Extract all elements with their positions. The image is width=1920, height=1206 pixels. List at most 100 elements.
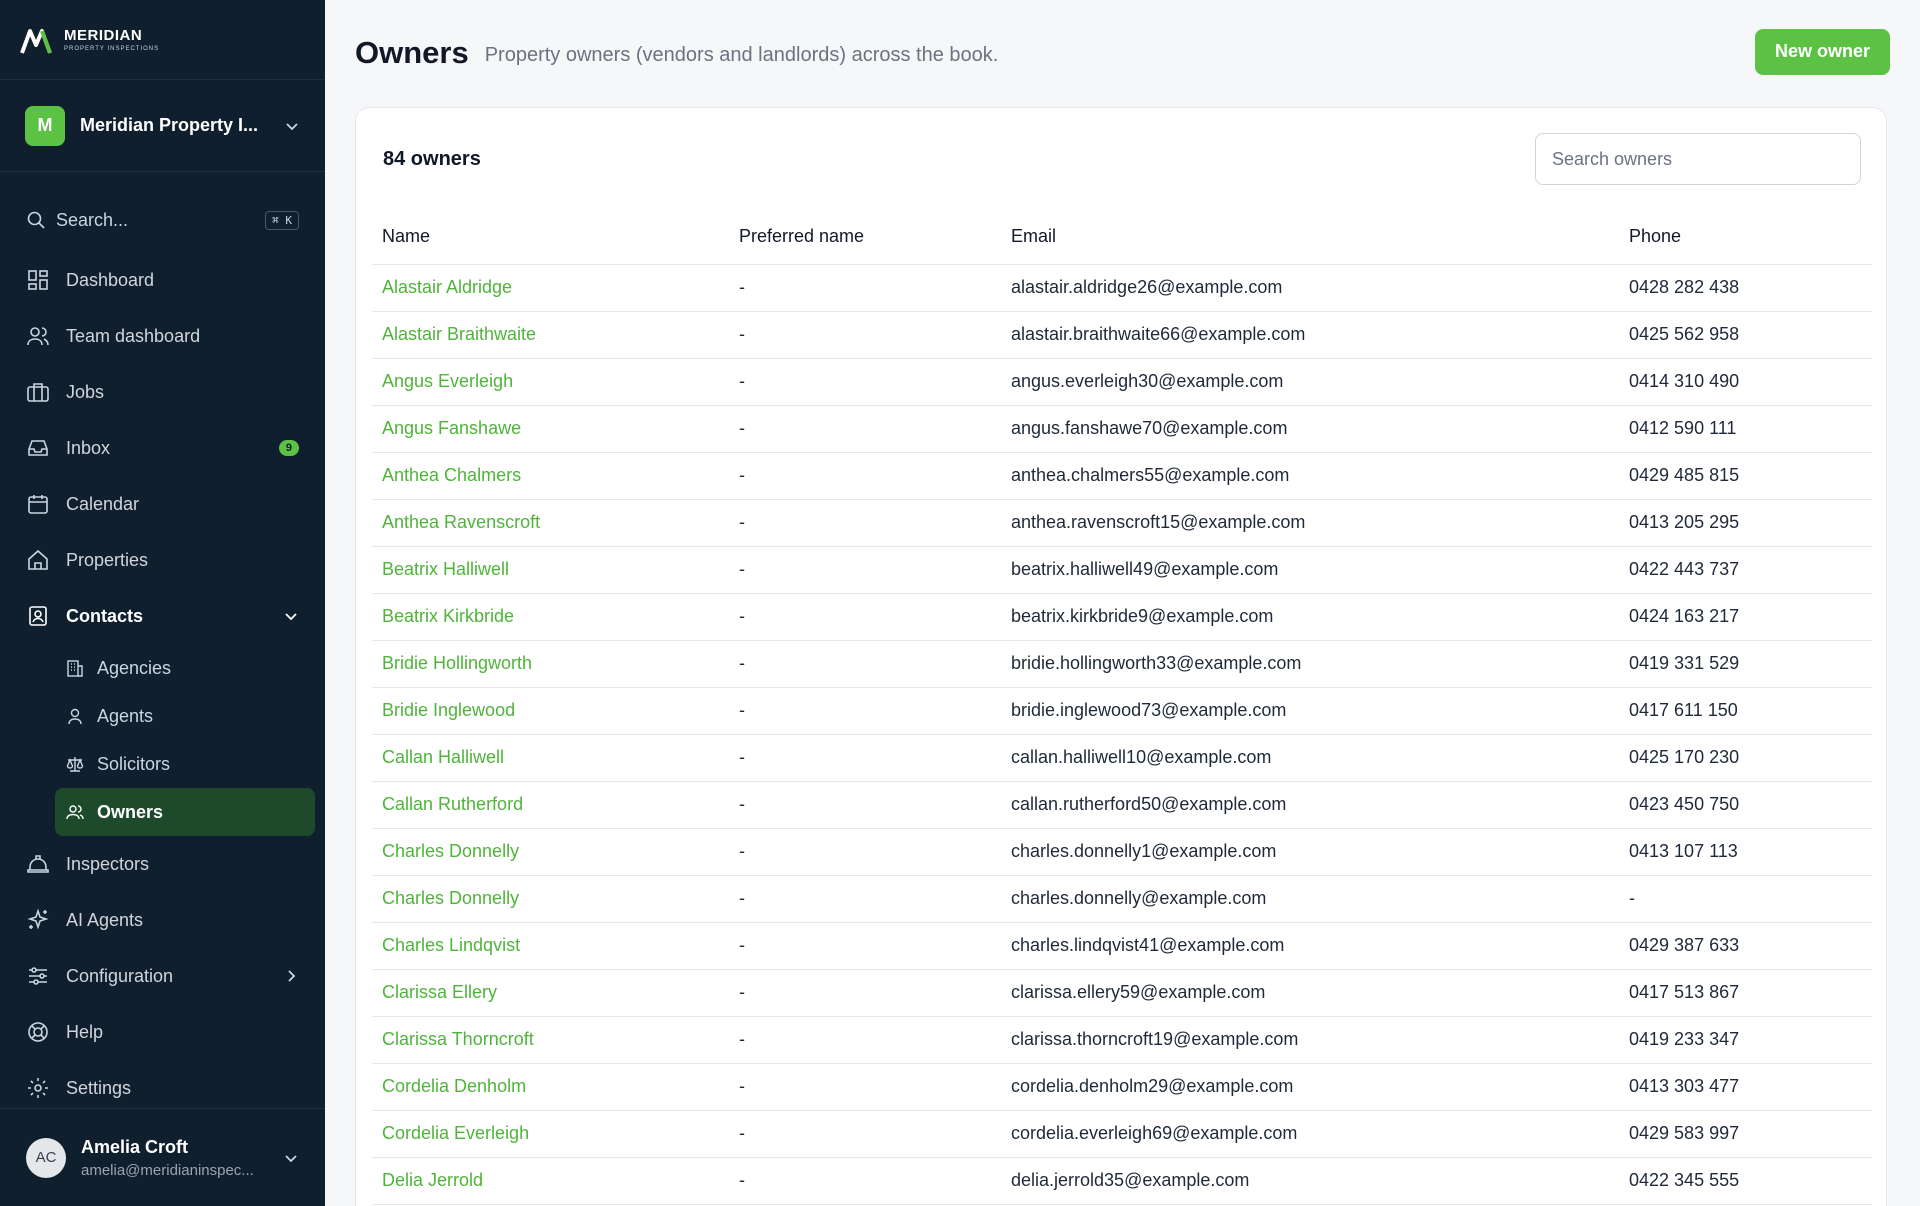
nav-item-help[interactable]: Help — [0, 1004, 325, 1060]
owner-name-link[interactable]: Charles Donnelly — [372, 875, 729, 923]
table-row[interactable]: Cordelia Everleigh - cordelia.everleigh69@… — [372, 1110, 1872, 1158]
subnav-item-agents[interactable]: Agents — [55, 692, 315, 740]
org-avatar: M — [25, 105, 65, 146]
owner-name-link[interactable]: Alastair Braithwaite — [372, 311, 729, 359]
brand-name: MERIDIAN — [64, 26, 143, 44]
owner-name-link[interactable]: Bridie Hollingworth — [372, 640, 729, 688]
table-row[interactable]: Charles Lindqvist - charles.lindqvist41@ex… — [372, 922, 1872, 970]
new-owner-button[interactable]: New owner — [1754, 28, 1890, 75]
owner-name-link[interactable]: Beatrix Kirkbride — [372, 593, 729, 641]
nav-item-properties[interactable]: Properties — [0, 532, 325, 588]
table-row[interactable]: Alastair Braithwaite - alastair.braithwait… — [372, 311, 1872, 359]
email-cell: charles.lindqvist41@example.com — [1001, 922, 1619, 970]
table-row[interactable]: Angus Fanshawe - angus.fanshawe70@example.… — [372, 405, 1872, 453]
table-row[interactable]: Angus Everleigh - angus.everleigh30@exampl… — [372, 358, 1872, 406]
nav-item-configuration[interactable]: Configuration — [0, 948, 325, 1004]
user-menu[interactable]: AC Amelia Croft amelia@meridianinspec... — [0, 1108, 325, 1206]
table-row[interactable]: Callan Halliwell - callan.halliwell10@exam… — [372, 734, 1872, 782]
table-row[interactable]: Callan Rutherford - callan.rutherford50@ex… — [372, 781, 1872, 829]
table-row[interactable]: Bridie Inglewood - bridie.inglewood73@exam… — [372, 687, 1872, 735]
preferred-name-cell: - — [729, 358, 1001, 406]
preferred-name-cell: - — [729, 640, 1001, 688]
owner-name-link[interactable]: Delia Jerrold — [372, 1157, 729, 1205]
nav-item-team-dashboard[interactable]: Team dashboard — [0, 308, 325, 364]
email-cell: anthea.ravenscroft15@example.com — [1001, 499, 1619, 547]
table-row[interactable]: Anthea Ravenscroft - anthea.ravenscroft15@… — [372, 499, 1872, 547]
email-cell: callan.rutherford50@example.com — [1001, 781, 1619, 829]
table-row[interactable]: Beatrix Kirkbride - beatrix.kirkbride9@exa… — [372, 593, 1872, 641]
sidebar-search[interactable]: Search... ⌘ K — [26, 200, 299, 240]
column-header-preferred-name[interactable]: Preferred name — [729, 210, 1001, 265]
phone-cell: 0413 303 477 — [1619, 1063, 1872, 1111]
preferred-name-cell: - — [729, 405, 1001, 453]
table-row[interactable]: Cordelia Denholm - cordelia.denholm29@exam… — [372, 1063, 1872, 1111]
phone-cell: 0424 163 217 — [1619, 593, 1872, 641]
owner-name-link[interactable]: Bridie Inglewood — [372, 687, 729, 735]
search-owners-input[interactable]: Search owners — [1535, 133, 1861, 185]
nav-item-inbox[interactable]: Inbox 9 — [0, 420, 325, 476]
owners-card: 84 owners Search owners Name Preferred n… — [355, 107, 1887, 1206]
owner-name-link[interactable]: Alastair Aldridge — [372, 264, 729, 312]
column-header-email[interactable]: Email — [1001, 210, 1619, 265]
chevron-down-icon — [285, 613, 297, 621]
main-content: Owners Property owners (vendors and land… — [325, 0, 1920, 1206]
table-row[interactable]: Anthea Chalmers - anthea.chalmers55@exampl… — [372, 452, 1872, 500]
page-header: Owners Property owners (vendors and land… — [325, 0, 1920, 105]
subnav-item-owners[interactable]: Owners — [55, 788, 315, 836]
table-row[interactable]: Delia Jerrold - delia.jerrold35@example.co… — [372, 1157, 1872, 1205]
phone-cell: 0413 205 295 — [1619, 499, 1872, 547]
table-row[interactable]: Beatrix Halliwell - beatrix.halliwell49@ex… — [372, 546, 1872, 594]
table-row[interactable]: Clarissa Ellery - clarissa.ellery59@exampl… — [372, 969, 1872, 1017]
phone-cell: 0429 485 815 — [1619, 452, 1872, 500]
owner-name-link[interactable]: Clarissa Ellery — [372, 969, 729, 1017]
owner-name-link[interactable]: Anthea Ravenscroft — [372, 499, 729, 547]
chevron-down-icon — [286, 122, 298, 130]
table-row[interactable]: Charles Donnelly - charles.donnelly1@examp… — [372, 828, 1872, 876]
owner-name-link[interactable]: Charles Lindqvist — [372, 922, 729, 970]
email-cell: alastair.braithwaite66@example.com — [1001, 311, 1619, 359]
table-row[interactable]: Alastair Aldridge - alastair.aldridge26@ex… — [372, 264, 1872, 312]
owner-name-link[interactable]: Charles Donnelly — [372, 828, 729, 876]
nav-label: Inspectors — [66, 853, 150, 874]
table-row[interactable]: Bridie Hollingworth - bridie.hollingworth3… — [372, 640, 1872, 688]
email-cell: charles.donnelly1@example.com — [1001, 828, 1619, 876]
owner-name-link[interactable]: Angus Everleigh — [372, 358, 729, 406]
nav-label: Contacts — [66, 605, 144, 626]
nav-label: Jobs — [66, 381, 105, 402]
owner-name-link[interactable]: Callan Rutherford — [372, 781, 729, 829]
column-header-phone[interactable]: Phone — [1619, 210, 1872, 265]
subnav-item-agencies[interactable]: Agencies — [55, 644, 315, 692]
inbox-count-badge: 9 — [278, 440, 299, 456]
phone-cell: 0413 107 113 — [1619, 828, 1872, 876]
owner-name-link[interactable]: Anthea Chalmers — [372, 452, 729, 500]
email-cell: delia.jerrold35@example.com — [1001, 1157, 1619, 1205]
owner-name-link[interactable]: Clarissa Thorncroft — [372, 1016, 729, 1064]
owner-name-link[interactable]: Angus Fanshawe — [372, 405, 729, 453]
nav-label: Settings — [66, 1077, 132, 1098]
table-row[interactable]: Clarissa Thorncroft - clarissa.thorncroft1… — [372, 1016, 1872, 1064]
owner-name-link[interactable]: Callan Halliwell — [372, 734, 729, 782]
nav-item-dashboard[interactable]: Dashboard — [0, 252, 325, 308]
hardhat-icon — [27, 855, 49, 873]
org-switcher[interactable]: M Meridian Property I... — [0, 80, 325, 172]
contacts-subnav: Agencies Agents Solicitors Owners — [0, 644, 325, 836]
phone-cell: 0425 170 230 — [1619, 734, 1872, 782]
brand[interactable]: MERIDIAN PROPERTY INSPECTIONS — [0, 0, 325, 80]
owner-name-link[interactable]: Beatrix Halliwell — [372, 546, 729, 594]
preferred-name-cell: - — [729, 593, 1001, 641]
nav-item-calendar[interactable]: Calendar — [0, 476, 325, 532]
org-name: Meridian Property I... — [80, 115, 259, 135]
owner-name-link[interactable]: Cordelia Everleigh — [372, 1110, 729, 1158]
nav-item-contacts[interactable]: Contacts — [0, 588, 325, 644]
email-cell: anthea.chalmers55@example.com — [1001, 452, 1619, 500]
owner-name-link[interactable]: Cordelia Denholm — [372, 1063, 729, 1111]
subnav-item-solicitors[interactable]: Solicitors — [55, 740, 315, 788]
chevron-down-icon — [285, 1154, 297, 1162]
nav-label: Dashboard — [66, 269, 155, 290]
column-header-name[interactable]: Name — [372, 210, 729, 265]
nav-item-ai-agents[interactable]: AI Agents — [0, 892, 325, 948]
user-email: amelia@meridianinspec... — [81, 1161, 254, 1179]
table-row[interactable]: Charles Donnelly - charles.donnelly@exampl… — [372, 875, 1872, 923]
nav-item-jobs[interactable]: Jobs — [0, 364, 325, 420]
nav-item-inspectors[interactable]: Inspectors — [0, 836, 325, 892]
